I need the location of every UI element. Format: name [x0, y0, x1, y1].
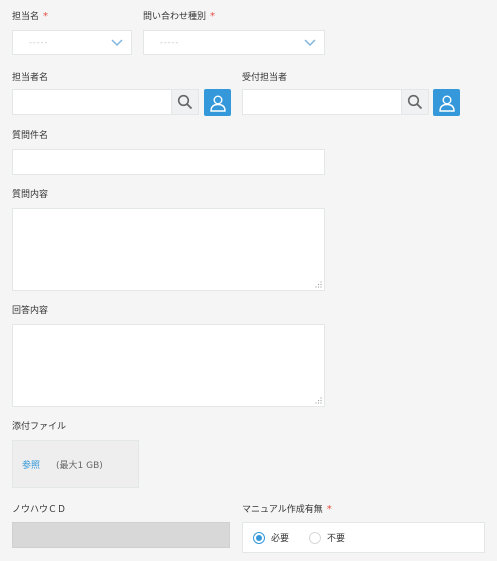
assignee-select[interactable]: -----: [12, 30, 132, 55]
resize-grip-icon[interactable]: [315, 281, 322, 288]
question-content-label: 質問内容: [12, 190, 49, 200]
select-placeholder: -----: [160, 38, 180, 47]
receiver-user-picker-button[interactable]: [433, 89, 460, 116]
question-content-textarea[interactable]: [12, 208, 325, 291]
question-title-input[interactable]: [12, 149, 325, 175]
receiver-search-button[interactable]: [402, 89, 429, 115]
chevron-down-icon: [304, 38, 316, 46]
receiver-input[interactable]: [242, 89, 402, 115]
radio-button-checked[interactable]: [253, 531, 265, 544]
radio-option-not-required[interactable]: 不要: [309, 531, 345, 544]
required-mark: *: [43, 11, 49, 22]
assignee-name-input[interactable]: [12, 89, 172, 115]
manual-creation-label: マニュアル作成有無 *: [242, 504, 332, 515]
chevron-down-icon: [111, 38, 123, 46]
browse-link[interactable]: 参照: [22, 458, 40, 471]
user-icon: [209, 95, 226, 112]
attachment-dropzone[interactable]: 参照 (最大1 GB): [12, 440, 139, 488]
assignee-select-label: 担当名 *: [12, 11, 49, 22]
file-size-limit: (最大1 GB): [56, 460, 103, 471]
select-placeholder: -----: [29, 38, 49, 47]
radio-label: 必要: [271, 534, 290, 544]
radio-option-required[interactable]: 必要: [253, 531, 289, 544]
assignee-search-button[interactable]: [172, 89, 199, 115]
knowhow-cd-label: ノウハウＣＤ: [12, 505, 67, 515]
required-mark: *: [210, 11, 216, 22]
inquiry-type-select-label: 問い合わせ種別 *: [143, 11, 216, 22]
search-icon: [177, 94, 193, 110]
assignee-name-label: 担当者名: [12, 73, 49, 83]
answer-content-label: 回答内容: [12, 306, 49, 316]
user-icon: [438, 95, 455, 112]
knowhow-cd-field: [12, 522, 230, 548]
radio-label: 不要: [327, 534, 346, 544]
search-icon: [407, 94, 423, 110]
assignee-user-picker-button[interactable]: [204, 89, 231, 116]
attachment-label: 添付ファイル: [12, 422, 67, 432]
question-title-label: 質問件名: [12, 131, 49, 141]
receiver-label: 受付担当者: [242, 73, 288, 83]
required-mark: *: [326, 504, 332, 515]
manual-creation-radio-group: 必要 不要: [242, 522, 485, 553]
answer-content-textarea[interactable]: [12, 324, 325, 407]
radio-button[interactable]: [309, 531, 322, 544]
inquiry-type-select[interactable]: -----: [143, 30, 325, 55]
resize-grip-icon[interactable]: [315, 397, 322, 404]
